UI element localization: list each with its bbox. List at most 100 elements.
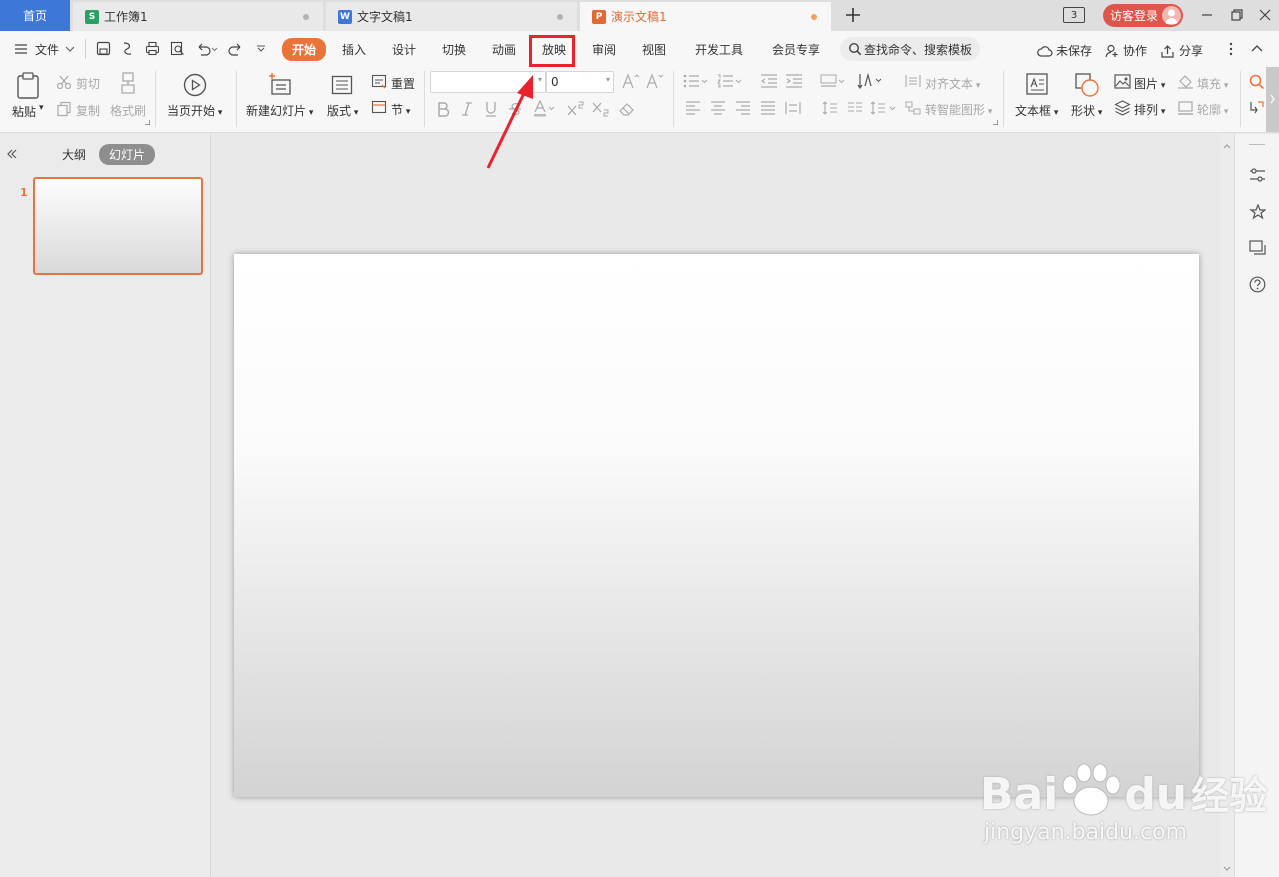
tab-developer[interactable]: 开发工具: [695, 41, 743, 58]
more-quick-icon[interactable]: [256, 44, 266, 54]
unsaved-button[interactable]: 未保存: [1037, 42, 1092, 59]
textbox-button[interactable]: 文本框 ▾: [1015, 102, 1058, 119]
fill-icon[interactable]: [1177, 74, 1194, 89]
textbox-icon[interactable]: [1025, 72, 1049, 96]
shrink-font-icon[interactable]: [646, 73, 664, 89]
new-slide-button[interactable]: 新建幻灯片 ▾: [246, 102, 313, 119]
superscript-icon[interactable]: [567, 101, 585, 117]
line-spacing-icon[interactable]: [870, 101, 898, 115]
reset-icon[interactable]: [371, 74, 387, 89]
arrange-button[interactable]: 排列 ▾: [1134, 101, 1165, 118]
tab-review[interactable]: 审阅: [592, 41, 616, 58]
find-icon[interactable]: [1249, 74, 1265, 90]
paste-button[interactable]: 粘贴: [12, 103, 36, 120]
chevron-down-icon[interactable]: [65, 45, 75, 53]
print-icon[interactable]: [145, 41, 160, 56]
output-pdf-icon[interactable]: [120, 41, 135, 56]
align-right-icon[interactable]: [735, 101, 751, 115]
section-icon[interactable]: [371, 100, 387, 115]
tab-animation[interactable]: 动画: [492, 41, 516, 58]
tab-dot-icon[interactable]: [557, 14, 563, 20]
copy-button[interactable]: 复制: [76, 102, 100, 119]
columns-icon[interactable]: [847, 101, 863, 115]
copy-icon[interactable]: [56, 101, 72, 117]
animation-pane-icon[interactable]: [1249, 204, 1266, 221]
tab-view[interactable]: 视图: [642, 41, 666, 58]
tab-outline[interactable]: 大纲: [62, 146, 86, 163]
file-menu[interactable]: 文件: [35, 41, 59, 58]
text-direction-icon[interactable]: [820, 74, 846, 88]
tab-home[interactable]: 首页: [0, 0, 70, 31]
numbered-list-icon[interactable]: [717, 74, 743, 88]
collapse-panel-icon[interactable]: [6, 148, 18, 160]
slide-canvas[interactable]: [234, 254, 1199, 797]
outline-button[interactable]: 轮廓 ▾: [1197, 101, 1228, 118]
bold-icon[interactable]: [436, 101, 450, 117]
grow-font-icon[interactable]: [622, 73, 640, 89]
paragraph-spacing-icon[interactable]: [822, 101, 838, 115]
distribute-icon[interactable]: [785, 101, 801, 115]
decrease-indent-icon[interactable]: [760, 74, 778, 88]
tab-unsaved-dot-icon[interactable]: [811, 14, 817, 20]
collapse-ribbon-icon[interactable]: [1250, 43, 1264, 53]
replace-icon[interactable]: [1249, 100, 1265, 116]
restore-button[interactable]: [1230, 8, 1244, 22]
collab-button[interactable]: 协作: [1105, 42, 1147, 59]
layout-icon[interactable]: [331, 74, 353, 96]
picture-icon[interactable]: [1114, 74, 1131, 89]
help-icon[interactable]: [1249, 276, 1266, 293]
transition-pane-icon[interactable]: [1249, 240, 1266, 256]
tab-slides[interactable]: 幻灯片: [99, 144, 156, 165]
minimize-button[interactable]: [1200, 8, 1214, 22]
font-size-select[interactable]: 0 ▾: [546, 71, 614, 93]
command-search[interactable]: 查找命令、搜索模板: [840, 37, 980, 61]
tab-insert[interactable]: 插入: [342, 41, 366, 58]
menu-icon[interactable]: [14, 42, 28, 56]
scissors-icon[interactable]: [56, 74, 72, 90]
tab-writer[interactable]: W 文字文稿1: [326, 2, 577, 31]
tab-workbook[interactable]: S 工作簿1: [73, 2, 323, 31]
align-left-icon[interactable]: [685, 101, 701, 115]
section-button[interactable]: 节 ▾: [391, 101, 410, 118]
tab-start[interactable]: 开始: [282, 38, 327, 61]
smartart-button[interactable]: 转智能图形 ▾: [925, 101, 992, 118]
smartart-icon[interactable]: [905, 101, 921, 115]
play-icon[interactable]: [183, 73, 207, 97]
new-tab-button[interactable]: [841, 3, 865, 27]
bullet-list-icon[interactable]: [683, 74, 709, 88]
screen-count-icon[interactable]: 3: [1063, 7, 1085, 23]
tab-transition[interactable]: 切换: [442, 41, 466, 58]
reset-button[interactable]: 重置: [391, 75, 415, 92]
outline-icon[interactable]: [1177, 100, 1194, 115]
paste-dropdown-icon[interactable]: ▾: [39, 103, 44, 113]
more-menu-icon[interactable]: [1228, 42, 1234, 56]
redo-icon[interactable]: [228, 41, 243, 56]
align-text-icon[interactable]: [905, 74, 921, 88]
print-preview-icon[interactable]: [170, 41, 185, 56]
paste-icon[interactable]: [16, 71, 40, 99]
login-button[interactable]: 访客登录: [1103, 4, 1183, 27]
shape-icon[interactable]: [1074, 72, 1100, 98]
tab-dot-icon[interactable]: [303, 14, 309, 20]
undo-icon[interactable]: [196, 41, 218, 56]
fill-button[interactable]: 填充 ▾: [1197, 75, 1228, 92]
shape-button[interactable]: 形状 ▾: [1071, 102, 1102, 119]
arrange-icon[interactable]: [1114, 100, 1131, 116]
play-from-current-button[interactable]: 当页开始 ▾: [167, 102, 222, 119]
align-text-button[interactable]: 对齐文本 ▾: [925, 75, 980, 92]
slide-thumbnail[interactable]: [33, 177, 203, 275]
format-painter-button[interactable]: 格式刷: [110, 102, 146, 119]
clear-format-icon[interactable]: [618, 101, 636, 117]
properties-icon[interactable]: [1249, 168, 1266, 183]
tab-presentation[interactable]: P 演示文稿1: [580, 2, 831, 31]
tab-design[interactable]: 设计: [392, 41, 416, 58]
save-icon[interactable]: [96, 41, 111, 56]
new-slide-icon[interactable]: [268, 72, 292, 96]
share-button[interactable]: 分享: [1160, 42, 1203, 59]
layout-button[interactable]: 版式 ▾: [327, 102, 358, 119]
increase-indent-icon[interactable]: [785, 74, 803, 88]
format-painter-icon[interactable]: [118, 71, 138, 95]
dialog-launcher-icon[interactable]: [145, 120, 150, 125]
close-button[interactable]: [1258, 8, 1272, 22]
justify-icon[interactable]: [760, 101, 776, 115]
